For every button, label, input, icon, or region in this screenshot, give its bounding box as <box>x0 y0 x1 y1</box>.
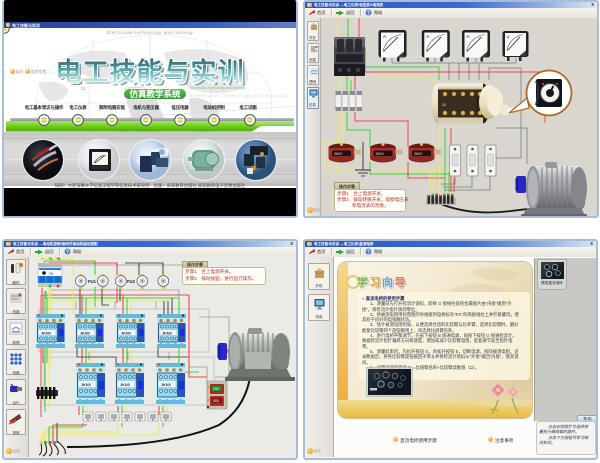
svg-text:JKN0: JKN0 <box>41 332 51 336</box>
svg-text:V: V <box>507 35 510 40</box>
svg-text:380V: 380V <box>334 152 343 156</box>
svg-text:A: A <box>383 34 386 39</box>
svg-text:?: ? <box>367 250 370 256</box>
svg-text:?: ? <box>66 250 69 256</box>
svg-text:10: 10 <box>442 103 446 107</box>
svg-text:JKN3: JKN3 <box>81 383 91 387</box>
svg-text:FU2: FU2 <box>127 279 136 284</box>
svg-text:3B: 3B <box>49 272 54 276</box>
svg-text:SB1: SB1 <box>213 399 220 403</box>
svg-text:FU1: FU1 <box>88 279 97 284</box>
svg-text:?: ? <box>367 11 370 17</box>
svg-text:SB2: SB2 <box>213 387 220 391</box>
